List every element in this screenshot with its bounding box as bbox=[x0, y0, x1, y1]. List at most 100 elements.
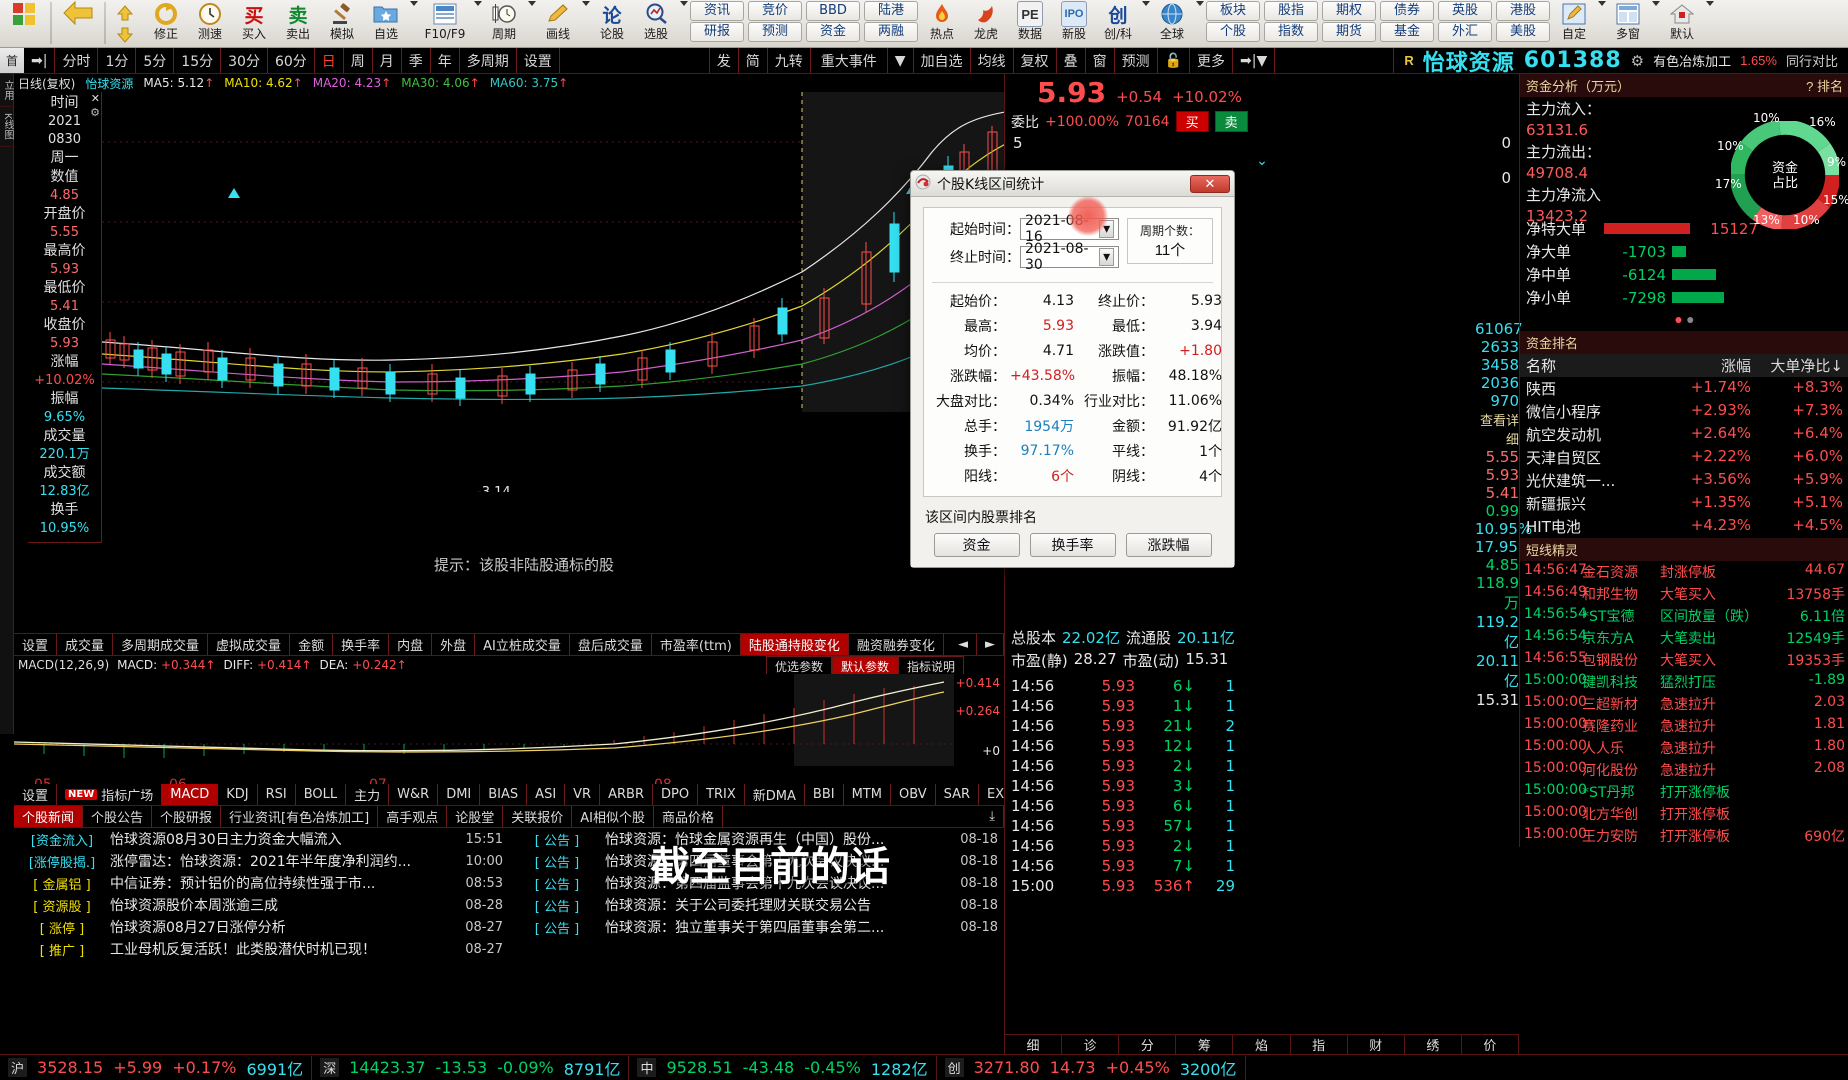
fund-panel-actions[interactable]: ? 排名 bbox=[1806, 76, 1843, 95]
toolbar-moving-average[interactable]: 均线 bbox=[971, 48, 1014, 73]
ribbon-pair-bottom[interactable]: 两融 bbox=[864, 22, 918, 42]
toolbar-fa[interactable]: 发 bbox=[710, 48, 739, 73]
tab-trix[interactable]: TRIX bbox=[698, 784, 745, 805]
news-item[interactable]: [ 推广 ] 工业母机反复活跃！此类股潜伏时机已现！ 08-27 bbox=[14, 938, 509, 960]
period-quarterly[interactable]: 季 bbox=[402, 48, 431, 73]
multiwindow-dropdown[interactable] bbox=[1650, 1, 1660, 6]
tab-ai-volume[interactable]: AI立桩成交量 bbox=[475, 634, 570, 655]
tab-finance[interactable]: 财 bbox=[1348, 1035, 1405, 1054]
flash-row[interactable]: 14:56:49 和邦生物 大笔买入 13758手 bbox=[1520, 583, 1848, 605]
tab-detail[interactable]: 细 bbox=[1005, 1035, 1063, 1054]
table-row[interactable]: 陕西 +1.74% +8.3% bbox=[1520, 377, 1848, 400]
flash-row[interactable]: 15:00:00 人人乐 急速拉升 1.80 bbox=[1520, 737, 1848, 759]
table-row[interactable]: 微信小程序 +2.93% +7.3% bbox=[1520, 400, 1848, 423]
ribbon-pair-top[interactable]: 期权 bbox=[1322, 1, 1376, 21]
rail-item-0[interactable]: 立用 bbox=[0, 74, 15, 107]
chevron-down-icon[interactable]: ⌄ bbox=[1011, 152, 1513, 169]
tab-minute[interactable]: 分 bbox=[1119, 1035, 1177, 1054]
tab-rsi[interactable]: RSI bbox=[258, 784, 296, 805]
tab-obv[interactable]: OBV bbox=[891, 784, 936, 805]
ribbon-button-drawline[interactable]: 画线 bbox=[536, 1, 580, 47]
drawline-dropdown[interactable] bbox=[580, 1, 590, 6]
tab-mtm[interactable]: MTM bbox=[844, 784, 891, 805]
ribbon-button-chuangke[interactable]: 创 创/科 bbox=[1096, 1, 1140, 47]
tab-stock-news[interactable]: 个股新闻 bbox=[14, 806, 84, 827]
ribbon-button-buy[interactable]: 买 买入 bbox=[232, 1, 276, 47]
tab-zhuli[interactable]: 主力 bbox=[346, 784, 390, 805]
ribbon-pair-top[interactable]: 板块 bbox=[1206, 1, 1260, 21]
tab-related-quotes[interactable]: 关联报价 bbox=[503, 806, 573, 827]
flash-row[interactable]: 15:00:00 *ST丹邦 打开涨停板 bbox=[1520, 781, 1848, 803]
table-row[interactable]: 航空发动机 +2.64% +6.4% bbox=[1520, 423, 1848, 446]
ribbon-pair-bottom[interactable]: 期货 bbox=[1322, 22, 1376, 42]
period-60min[interactable]: 60分 bbox=[268, 48, 315, 73]
col-change[interactable]: 涨幅 bbox=[1659, 355, 1751, 376]
period-toolbar[interactable]: 首 ➡| 分时 1分 5分 15分 30分 60分 日 周 月 季 年 多周期 … bbox=[0, 48, 1848, 76]
scroll-left-icon[interactable]: ◄ bbox=[950, 634, 977, 655]
flash-row[interactable]: 15:00:00 赛隆药业 急速拉升 1.81 bbox=[1520, 715, 1848, 737]
chevron-down-icon[interactable]: ▾ bbox=[1099, 248, 1114, 266]
table-row[interactable]: 新疆振兴 +1.35% +5.1% bbox=[1520, 492, 1848, 515]
ribbon-pair-top[interactable]: 资讯 bbox=[690, 1, 744, 21]
ribbon-pair-hkconnect[interactable]: 陆港 两融 bbox=[862, 1, 920, 42]
news-title[interactable]: 涨停雷达：怡球资源：2021年半年度净利润约... bbox=[110, 851, 463, 871]
kline-chart-panel[interactable]: 日线(复权) 怡球资源 MA5: 5.12↑ MA10: 4.62↑ MA20:… bbox=[14, 74, 1004, 634]
ribbon-pair-top[interactable]: BBD bbox=[806, 1, 860, 21]
macd-panel[interactable]: MACD(12,26,9) MACD: +0.344↑ DIFF: +0.414… bbox=[14, 656, 1004, 784]
change-pct-button[interactable]: 涨跌幅 bbox=[1125, 533, 1212, 557]
chuangke-dropdown[interactable] bbox=[1140, 1, 1150, 6]
ribbon-pair-bondfund[interactable]: 债券 基金 bbox=[1378, 1, 1436, 42]
ribbon-pair-bottom[interactable]: 美股 bbox=[1496, 22, 1550, 42]
carousel-dot-active[interactable]: ● bbox=[1674, 311, 1682, 327]
ribbon-button-custom[interactable]: 自定 bbox=[1552, 1, 1596, 47]
tab-flame[interactable]: 焰 bbox=[1233, 1035, 1291, 1054]
tab-forum[interactable]: 论股堂 bbox=[447, 806, 504, 827]
detail-link[interactable]: 查看详细 bbox=[1475, 410, 1519, 448]
tab-ai-similar[interactable]: AI相似个股 bbox=[572, 806, 654, 827]
flash-row[interactable]: 14:56:54 京东方A 大笔卖出 12549手 bbox=[1520, 627, 1848, 649]
period-weekly[interactable]: 周 bbox=[344, 48, 373, 73]
news-title[interactable]: 怡球资源08月27日涨停分析 bbox=[110, 917, 463, 937]
ribbon-button-screener[interactable]: 选股 bbox=[634, 1, 678, 47]
ribbon-button-watchlist[interactable]: 自选 bbox=[364, 1, 408, 47]
tab-outer-volume[interactable]: 外盘 bbox=[432, 634, 476, 655]
news-item[interactable]: [资金流入] 怡球资源08月30日主力资金大幅流入 15:51 bbox=[14, 828, 509, 850]
news-column-left[interactable]: [资金流入] 怡球资源08月30日主力资金大幅流入 15:51 [涨停股揭.] … bbox=[14, 828, 509, 960]
table-row[interactable]: 光伏建筑一... +3.56% +5.9% bbox=[1520, 469, 1848, 492]
tab-sar[interactable]: SAR bbox=[936, 784, 980, 805]
tab-amount[interactable]: 金额 bbox=[290, 634, 334, 655]
tab-virtual-volume[interactable]: 虚拟成交量 bbox=[208, 634, 291, 655]
ribbon-button-hotspot[interactable]: 热点 bbox=[920, 1, 964, 47]
period-multi[interactable]: 多周期 bbox=[460, 48, 517, 73]
tab-dpo[interactable]: DPO bbox=[653, 784, 699, 805]
index-segment-sh[interactable]: 沪 3528.15 +5.99 +0.17% 6991亿 bbox=[0, 1055, 313, 1080]
ribbon-pair-bottom[interactable]: 个股 bbox=[1206, 22, 1260, 42]
tab-dmi[interactable]: DMI bbox=[438, 784, 481, 805]
ribbon-pair-top[interactable]: 陆港 bbox=[864, 1, 918, 21]
custom-dropdown[interactable] bbox=[1596, 1, 1606, 6]
toolbar-more[interactable]: 更多 bbox=[1190, 48, 1233, 73]
volume-indicator-tabs[interactable]: 设置 成交量 多周期成交量 虚拟成交量 金额 换手率 内盘 外盘 AI立桩成交量… bbox=[14, 634, 1004, 656]
close-icon[interactable]: ✕ bbox=[91, 92, 100, 105]
tab-settings-2[interactable]: 设置 bbox=[14, 784, 58, 805]
sell-button[interactable]: 卖 bbox=[1214, 111, 1248, 132]
flash-row[interactable]: 15:00:00 北方华创 打开涨停板 bbox=[1520, 803, 1848, 825]
ribbon-button-default[interactable]: 默认 bbox=[1660, 1, 1704, 47]
ribbon-button-f10[interactable]: F10/F9 bbox=[418, 1, 472, 47]
flash-news-panel[interactable]: 短线精灵 14:56:47 金石资源 封涨停板 44.67 14:56:49 和… bbox=[1520, 538, 1848, 847]
col-net-ratio[interactable]: 大单净比↓ bbox=[1751, 355, 1843, 376]
toolbar-overlay[interactable]: 叠 bbox=[1057, 48, 1086, 73]
major-events-dropdown-icon[interactable]: ▼ bbox=[888, 48, 914, 73]
tab-wr[interactable]: W&R bbox=[389, 784, 439, 805]
ribbon-pair-bottom[interactable]: 指数 bbox=[1264, 22, 1318, 42]
flash-row[interactable]: 14:56:54 *ST宝德 区间放量（跌） 6.11倍 bbox=[1520, 605, 1848, 627]
global-dropdown[interactable] bbox=[1194, 1, 1204, 6]
news-title[interactable]: 怡球资源：关于公司委托理财关联交易公告 bbox=[605, 895, 958, 915]
home-shortcut-button[interactable]: 首 bbox=[0, 48, 24, 73]
tab-embroidery[interactable]: 绣 bbox=[1405, 1035, 1462, 1054]
ribbon-button-dragontiger[interactable]: 龙虎 bbox=[964, 1, 1008, 47]
main-ribbon-toolbar[interactable]: 修正 测速 买 买入 卖 卖出 模拟 自选 F10/F9 周期 画线 论 论股 … bbox=[0, 0, 1848, 48]
indicator-tabs-row[interactable]: 设置 NEW 指标广场 MACD KDJ RSI BOLL 主力 W&R DMI… bbox=[14, 784, 1042, 806]
flash-row[interactable]: 15:00:00 王力安防 打开涨停板 690亿 bbox=[1520, 825, 1848, 847]
f10-dropdown[interactable] bbox=[472, 1, 482, 6]
